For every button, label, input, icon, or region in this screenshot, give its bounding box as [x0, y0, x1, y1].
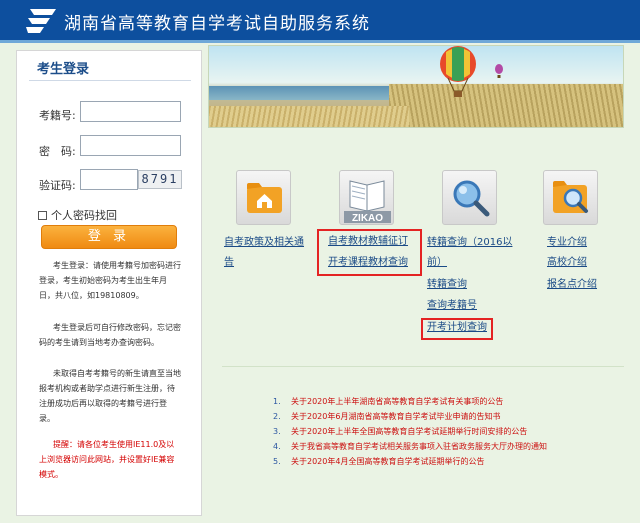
intro-tile[interactable]: [543, 170, 598, 225]
folder-search-icon: [553, 181, 588, 213]
password-input[interactable]: [80, 135, 181, 156]
password-recovery[interactable]: 个人密码找回: [38, 207, 117, 223]
query-tile[interactable]: [442, 170, 497, 225]
exam-no-input[interactable]: [80, 101, 181, 122]
news-item[interactable]: 3. 关于2020年上半年全国高等教育自学考试延期举行时间安排的公告: [273, 424, 637, 439]
captcha-image[interactable]: 8791: [138, 170, 182, 189]
login-button[interactable]: 登 录: [41, 225, 177, 249]
link-college-intro[interactable]: 高校介绍: [547, 254, 587, 272]
captcha-input[interactable]: [80, 169, 138, 190]
news-item[interactable]: 4. 关于我省高等教育自学考试相关服务事项入驻省政务服务大厅办理的通知: [273, 439, 637, 454]
login-note-4: 提醒：请各位考生使用IE11.0及以上浏览器访问此网站，并设置好IE兼容模式。: [39, 440, 175, 479]
login-title: 考生登录: [37, 62, 90, 77]
recovery-label: 个人密码找回: [51, 209, 117, 222]
link-transfer-pre2016[interactable]: 转籍查询（2016以: [427, 234, 512, 252]
news-item[interactable]: 2. 关于2020年6月湖南省高等教育自学考试毕业申请的告知书: [273, 409, 637, 424]
link-policy[interactable]: 自考政策及相关通: [224, 234, 304, 252]
link-policy-cont[interactable]: 告: [224, 254, 234, 272]
link-transfer-pre2016-cont[interactable]: 前）: [427, 254, 447, 272]
password-label: 密 码:: [39, 145, 76, 158]
banner-grass-front: [209, 106, 409, 127]
login-panel: 考生登录 考籍号: 密 码: 验证码: 8791 个人密码找回 登 录 考生登录…: [16, 50, 202, 516]
login-note-3: 未取得自考考籍号的新生请直至当地报考机构或者助学点进行新生注册，待注册成功后再以…: [39, 369, 181, 423]
link-exam-no-query[interactable]: 查询考籍号: [427, 297, 477, 315]
hot-air-balloon-icon: [440, 46, 476, 97]
folder-home-icon: [247, 183, 282, 213]
policy-tile[interactable]: [236, 170, 291, 225]
exam-no-label: 考籍号:: [39, 109, 76, 122]
site-logo-icon: [26, 9, 56, 33]
zikao-label: ZIKAO: [352, 213, 383, 224]
login-divider: [29, 80, 191, 81]
link-major-intro[interactable]: 专业介绍: [547, 234, 587, 252]
site-title: 湖南省高等教育自学考试自助服务系统: [64, 14, 370, 34]
login-note-2: 考生登录后可自行修改密码，忘记密码的考生请到当地考办查询密码。: [39, 323, 181, 347]
link-exam-plan[interactable]: 开考计划查询: [427, 319, 487, 337]
banner-image: [208, 45, 624, 128]
book-icon: ZIKAO: [344, 180, 391, 224]
recovery-checkbox[interactable]: [38, 211, 47, 220]
banner-grass: [389, 84, 623, 127]
header-bar: 湖南省高等教育自学考试自助服务系统: [0, 0, 640, 43]
link-textbook-order[interactable]: 自考教材教辅征订: [328, 233, 408, 251]
login-note-1: 考生登录：请使用考籍号加密码进行登录，考生初始密码为考生出生年月日，共八位，如1…: [39, 261, 181, 300]
small-balloon-icon: [495, 64, 503, 78]
news-list: 1. 关于2020年上半年湖南省高等教育自学考试有关事项的公告 2. 关于2020年…: [273, 394, 637, 469]
link-course-query[interactable]: 开考课程教材查询: [328, 254, 408, 272]
news-item[interactable]: 5. 关于2020年4月全国高等教育自学考试延期举行的公告: [273, 454, 637, 469]
magnifier-icon: [453, 180, 490, 217]
link-transfer-query[interactable]: 转籍查询: [427, 276, 467, 294]
link-site-intro[interactable]: 报名点介绍: [547, 276, 597, 294]
news-item[interactable]: 1. 关于2020年上半年湖南省高等教育自学考试有关事项的公告: [273, 394, 637, 409]
content-divider: [222, 366, 624, 367]
captcha-label: 验证码:: [39, 179, 76, 192]
textbook-tile[interactable]: ZIKAO: [339, 170, 394, 225]
